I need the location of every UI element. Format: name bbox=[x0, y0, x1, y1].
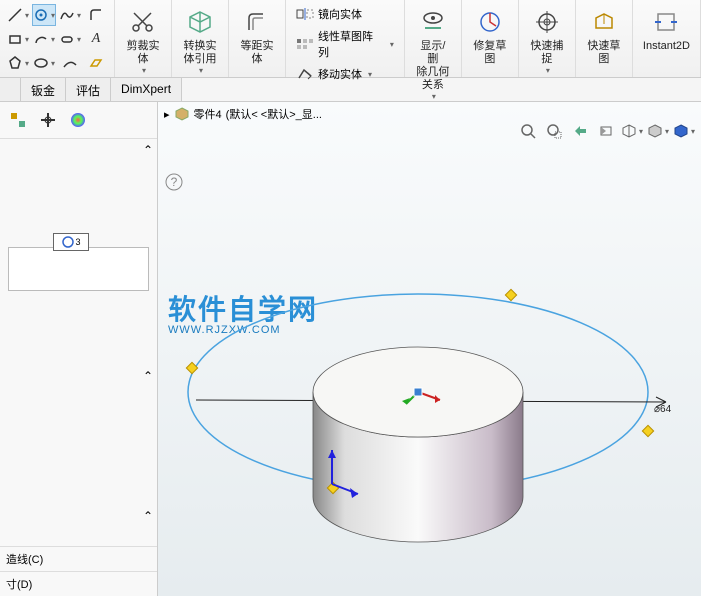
collapse-icon-2[interactable]: ⌃ bbox=[143, 369, 153, 383]
line-tool[interactable]: ▾ bbox=[6, 4, 30, 26]
collapse-icon-3[interactable]: ⌃ bbox=[143, 509, 153, 523]
eye-relation-icon bbox=[417, 6, 449, 38]
repair-icon bbox=[474, 6, 506, 38]
convert-entities-button[interactable]: 转换实 体引用 ▾ bbox=[176, 2, 224, 79]
panel-body: ⌃ 3 ⌃ ⌃ bbox=[0, 139, 157, 546]
offset-entities-button[interactable]: 等距实 体 bbox=[233, 2, 281, 70]
model-scene bbox=[158, 102, 701, 596]
panel-icon-row bbox=[0, 102, 157, 139]
cube-icon bbox=[184, 6, 216, 38]
point-tool[interactable] bbox=[58, 52, 82, 74]
rapid-sketch-button[interactable]: 快速草 图 bbox=[580, 2, 628, 70]
trim-label: 剪裁实 体 bbox=[127, 40, 160, 66]
tab-dimxpert[interactable]: DimXpert bbox=[111, 78, 182, 101]
sketch-handle[interactable] bbox=[186, 362, 197, 373]
move-entities-button[interactable]: 移动实体▾ bbox=[292, 64, 398, 84]
selection-box[interactable] bbox=[8, 247, 149, 291]
ribbon: ▾ ▾ ▾ ▾ ▾ ▾ A ▾ ▾ 剪裁实 体 ▾ bbox=[0, 0, 701, 78]
tab-sheet-metal[interactable]: 钣金 bbox=[21, 78, 66, 101]
display-relations-button[interactable]: 显示/删 除几何 关系 ▾ bbox=[409, 2, 457, 105]
slot-tool[interactable]: ▾ bbox=[58, 28, 82, 50]
mirror-icon bbox=[296, 6, 314, 22]
graphics-viewport[interactable]: ▸ 零件4 (默认< <默认>_显... ▾ ▾ ▾ ? 软件自学网 WWW.R… bbox=[158, 102, 701, 596]
offset-icon bbox=[241, 6, 273, 38]
fillet-tool[interactable] bbox=[84, 4, 108, 26]
rapid-sketch-icon bbox=[588, 6, 620, 38]
chevron-down-icon: ▾ bbox=[142, 66, 146, 75]
polygon-tool[interactable]: ▾ bbox=[6, 52, 30, 74]
target-icon bbox=[531, 6, 563, 38]
sketch-tools-group: ▾ ▾ ▾ ▾ ▾ ▾ A ▾ ▾ bbox=[0, 0, 115, 77]
tab-evaluate[interactable]: 评估 bbox=[66, 78, 111, 101]
trim-entities-button[interactable]: 剪裁实 体 ▾ bbox=[119, 2, 167, 79]
dimension-badge[interactable]: 3 bbox=[53, 233, 89, 251]
rectangle-tool[interactable]: ▾ bbox=[6, 28, 30, 50]
linear-pattern-button[interactable]: 线性草图阵列▾ bbox=[292, 26, 398, 62]
instant2d-button[interactable]: Instant2D bbox=[637, 2, 696, 57]
dimension-value[interactable]: ⌀64 bbox=[654, 404, 671, 415]
repair-sketch-button[interactable]: 修复草 图 bbox=[466, 2, 514, 70]
tab-hidden[interactable] bbox=[0, 78, 21, 101]
main-area: ⌃ 3 ⌃ ⌃ 造线(C) 寸(D) ▸ 零件4 (默认< <默认>_显... bbox=[0, 102, 701, 596]
pattern-icon bbox=[296, 36, 314, 52]
feature-manager-panel: ⌃ 3 ⌃ ⌃ 造线(C) 寸(D) bbox=[0, 102, 158, 596]
scissors-icon bbox=[127, 6, 159, 38]
sketch-handle[interactable] bbox=[642, 425, 653, 436]
plane-tool[interactable] bbox=[84, 52, 108, 74]
construction-line-option[interactable]: 造线(C) bbox=[0, 546, 157, 571]
circle-tool[interactable]: ▾ bbox=[32, 4, 56, 26]
quick-snap-button[interactable]: 快速捕 捉 ▾ bbox=[523, 2, 571, 79]
ellipse-tool[interactable]: ▾ bbox=[32, 52, 56, 74]
appearance-icon[interactable] bbox=[66, 108, 90, 132]
move-icon bbox=[296, 66, 314, 82]
feature-tree-icon[interactable] bbox=[6, 108, 30, 132]
property-manager-icon[interactable] bbox=[36, 108, 60, 132]
text-tool[interactable]: A bbox=[84, 28, 108, 50]
sketch-handle[interactable] bbox=[505, 289, 516, 300]
mirror-entities-button[interactable]: 镜向实体 bbox=[292, 4, 398, 24]
trim-group: 剪裁实 体 ▾ bbox=[115, 0, 172, 77]
collapse-icon[interactable]: ⌃ bbox=[143, 143, 153, 157]
inch-option[interactable]: 寸(D) bbox=[0, 571, 157, 596]
arc-tool[interactable]: ▾ bbox=[32, 28, 56, 50]
spline-tool[interactable]: ▾ bbox=[58, 4, 82, 26]
circle-dim-icon bbox=[61, 235, 75, 249]
instant2d-icon bbox=[650, 6, 682, 38]
